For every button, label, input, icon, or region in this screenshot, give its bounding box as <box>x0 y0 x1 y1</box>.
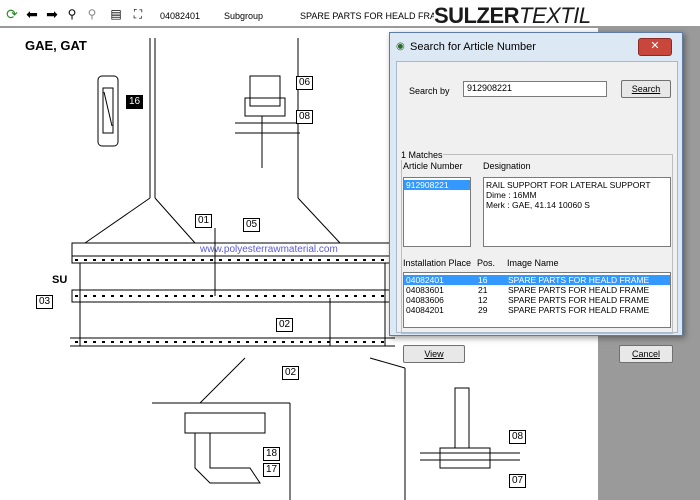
dialog-titlebar[interactable]: ◉ Search for Article Number ✕ <box>390 33 682 59</box>
model-title: GAE, GAT <box>25 38 87 53</box>
image-name-header: Image Name <box>507 258 559 268</box>
cancel-button[interactable]: Cancel <box>619 345 673 363</box>
pos-header: Pos. <box>477 258 496 268</box>
part-label-03[interactable]: 03 <box>36 295 54 309</box>
forward-arrow-icon[interactable]: ➡ <box>44 6 60 22</box>
designation-header: Designation <box>483 161 531 171</box>
search-by-label: Search by <box>409 86 450 96</box>
zoom-in-icon[interactable]: ⚲ <box>64 6 80 22</box>
side-label: SU <box>52 274 68 286</box>
subgroup-label: Subgroup <box>224 11 264 21</box>
search-input[interactable]: 912908221 <box>463 81 607 97</box>
designation-box: RAIL SUPPORT FOR LATERAL SUPPORT Dime : … <box>483 177 671 247</box>
article-list[interactable]: 912908221 <box>403 177 471 247</box>
designation-line: RAIL SUPPORT FOR LATERAL SUPPORT <box>486 180 651 190</box>
sulzer-logo: SULZERTEXTIL <box>434 3 700 28</box>
installation-place-header: Installation Place <box>403 258 472 268</box>
part-label-06[interactable]: 06 <box>296 76 314 90</box>
part-label-16[interactable]: 16 <box>126 95 144 109</box>
designation-line: Dime : 16MM <box>486 190 537 200</box>
part-label-07[interactable]: 07 <box>509 474 527 488</box>
installation-row[interactable]: 04083606 12 SPARE PARTS FOR HEALD FRAME <box>404 295 670 305</box>
watermark-text: www.polyesterrawmaterial.com <box>200 244 338 255</box>
designation-line: Merk : GAE, 41.14 10060 S <box>486 200 590 210</box>
part-label-08-lower[interactable]: 08 <box>509 430 527 444</box>
toolbar: ⟳ ⬅ ➡ ⚲ ⚲ ▤ ⛶ 04082401 Subgroup SPARE PA… <box>0 0 700 28</box>
binoculars-icon[interactable]: ⛶ <box>130 6 146 22</box>
view-button[interactable]: View <box>403 345 465 363</box>
doc-number: 04082401 <box>160 11 201 21</box>
part-label-18[interactable]: 18 <box>263 447 281 461</box>
part-label-01[interactable]: 01 <box>195 214 213 228</box>
installation-row[interactable]: 04084201 29 SPARE PARTS FOR HEALD FRAME <box>404 305 670 315</box>
dialog-body: Search by 912908221 Search 1 Matches Art… <box>396 61 678 363</box>
part-label-02-lower[interactable]: 02 <box>282 366 300 380</box>
article-list-item[interactable]: 912908221 <box>404 180 470 190</box>
page-title: SPARE PARTS FOR HEALD FRAME <box>300 11 450 21</box>
dialog-title: Search for Article Number <box>410 41 536 53</box>
installation-list[interactable]: 04082401 16 SPARE PARTS FOR HEALD FRAME … <box>403 272 671 328</box>
part-label-17[interactable]: 17 <box>263 463 281 477</box>
zoom-out-icon[interactable]: ⚲ <box>84 6 100 22</box>
installation-row[interactable]: 04083601 21 SPARE PARTS FOR HEALD FRAME <box>404 285 670 295</box>
app-icon: ◉ <box>396 41 405 52</box>
installation-row[interactable]: 04082401 16 SPARE PARTS FOR HEALD FRAME <box>404 275 670 285</box>
part-label-05[interactable]: 05 <box>243 218 261 232</box>
close-button[interactable]: ✕ <box>638 38 672 56</box>
part-label-02-upper[interactable]: 02 <box>276 318 294 332</box>
back-arrow-icon[interactable]: ⬅ <box>24 6 40 22</box>
document-icon[interactable]: ▤ <box>108 6 124 22</box>
search-article-dialog: ◉ Search for Article Number ✕ Search by … <box>389 32 683 363</box>
matches-count: 1 Matches <box>401 150 443 160</box>
search-button[interactable]: Search <box>621 80 671 98</box>
article-number-header: Article Number <box>403 161 463 171</box>
refresh-icon[interactable]: ⟳ <box>4 6 20 22</box>
part-label-08[interactable]: 08 <box>296 110 314 124</box>
